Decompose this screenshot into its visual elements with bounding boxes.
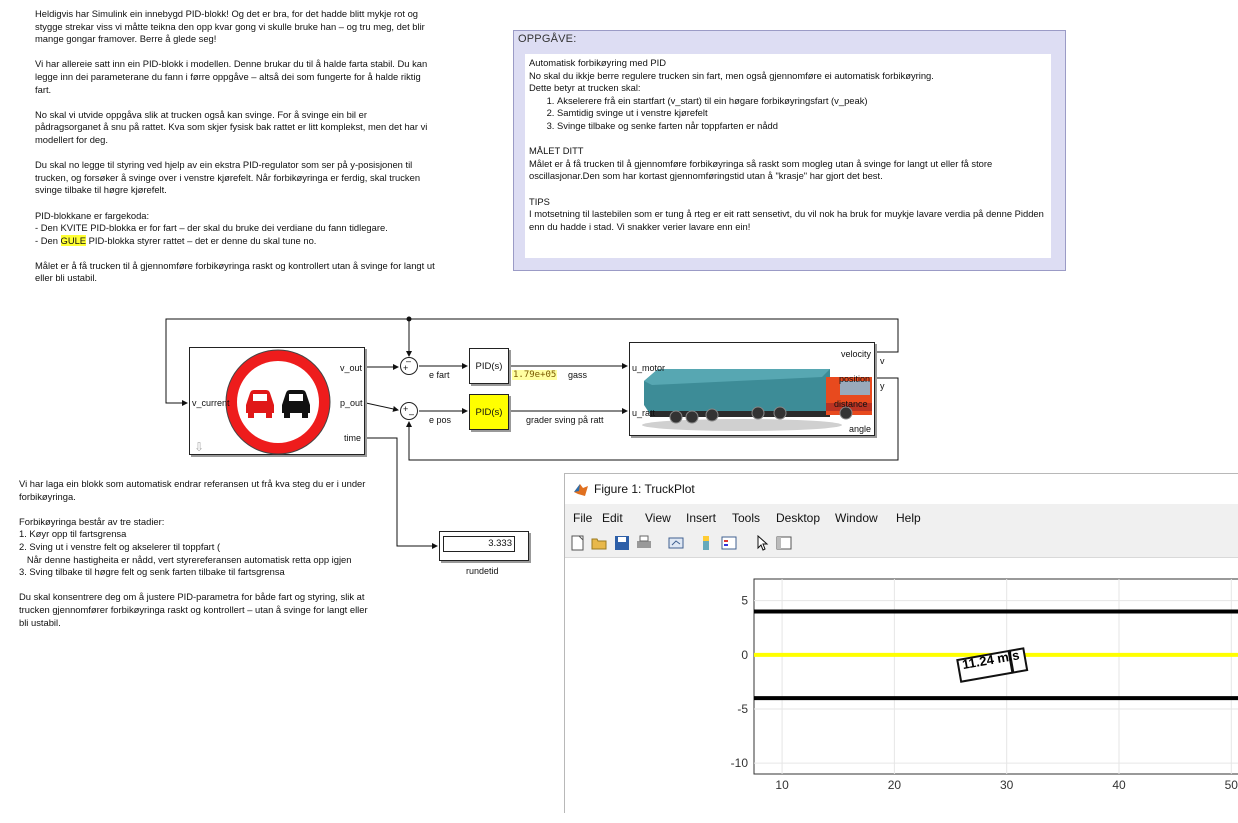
signal-label-y: y	[880, 381, 885, 391]
property-inspector-icon[interactable]	[776, 535, 792, 551]
note-line: PID-blokka styrer rattet – det er denne …	[86, 234, 317, 246]
tips-text: I motsetning til lastebilen som er tung …	[529, 208, 1044, 232]
menu-tools[interactable]: Tools	[732, 511, 760, 525]
rundetid-display-block[interactable]: 3.333	[439, 531, 529, 561]
menu-desktop[interactable]: Desktop	[776, 511, 820, 525]
figure-toolbar	[565, 531, 1238, 558]
note-paragraph: Heldigvis har Simulink ein innebygd PID-…	[35, 8, 425, 45]
list-item: Samtidig svinge ut i venstre kjørefelt	[557, 107, 1047, 120]
port-p-out: p_out	[340, 398, 363, 408]
y-tick-label: 5	[741, 594, 748, 608]
port-v-current: v_current	[192, 398, 230, 408]
menu-view[interactable]: View	[645, 511, 671, 525]
menu-edit[interactable]: Edit	[602, 511, 623, 525]
reference-block[interactable]: v_current v_out p_out time ⇩	[189, 347, 365, 455]
note-paragraph: PID-blokkane er fargekoda: - Den KVITE P…	[35, 210, 435, 248]
port-distance: distance	[834, 399, 868, 409]
note-line: Forbikøyringa består av tre stadier:	[19, 515, 165, 527]
port-v-out: v_out	[340, 363, 363, 373]
display-value: 3.333	[443, 536, 515, 552]
save-icon[interactable]	[614, 535, 630, 551]
note-line: 3. Sving tilbake til høgre felt og senk …	[19, 566, 285, 578]
task-heading: Automatisk forbikøyring med PID	[529, 57, 667, 68]
sum-label-e-pos: e pos	[429, 415, 452, 425]
task-title: OPPGÅVE:	[518, 33, 577, 45]
note-paragraph: Vi har laga ein blokk som automatisk end…	[19, 478, 366, 502]
task-means: Dette betyr at trucken skal:	[529, 82, 641, 94]
truck-model-block[interactable]: u_motor u_ratt velocity position distanc…	[629, 342, 875, 436]
list-item: Akselerere frå ein startfart (v_start) t…	[557, 95, 1047, 108]
matlab-logo-icon	[574, 484, 588, 496]
note-line: - Den	[35, 234, 61, 246]
port-u-ratt: u_ratt	[632, 408, 656, 418]
note-paragraph: Målet er å få trucken til å gjennomføre …	[35, 259, 435, 284]
arrow-down-icon: ⇩	[194, 440, 205, 454]
note-paragraph: Vi har allereie satt inn ein PID-blokk i…	[35, 58, 428, 95]
sum-block-speed[interactable]: – +	[400, 356, 418, 375]
task-intro: No skal du ikkje berre regulere trucken …	[529, 69, 934, 81]
pid-speed-block[interactable]: PID(s)	[469, 348, 509, 384]
note-paragraph: Forbikøyringa består av tre stadier: 1. …	[19, 516, 379, 579]
x-tick-label: 20	[888, 778, 902, 792]
pid-steering-block[interactable]: PID(s)	[469, 394, 509, 430]
pointer-icon[interactable]	[754, 535, 770, 551]
x-tick-label: 40	[1112, 778, 1126, 792]
port-position: position	[839, 374, 871, 384]
display-label: rundetid	[466, 566, 499, 576]
note-line: Når denne hastigheita er nådd, vert styr…	[19, 553, 352, 565]
menu-window[interactable]: Window	[835, 511, 878, 525]
new-figure-icon[interactable]	[570, 535, 586, 551]
y-tick-label: -10	[731, 756, 749, 770]
note-paragraph: Du skal no legge til styring ved hjelp a…	[35, 159, 421, 196]
port-angle: angle	[849, 424, 872, 434]
x-tick-label: 50	[1225, 778, 1238, 792]
y-tick-label: -5	[737, 702, 748, 716]
highlighted-word: GULE	[60, 234, 87, 246]
note-paragraph: Du skal konsentrere deg om å justere PID…	[19, 591, 368, 628]
note-paragraph: No skal vi utvide oppgåva slik at trucke…	[35, 108, 428, 145]
goal-text: Målet er å få trucken til å gjennomføre …	[529, 157, 993, 182]
x-tick-label: 10	[775, 778, 789, 792]
task-text-area[interactable]: Automatisk forbikøyring med PID No skal …	[525, 54, 1051, 258]
list-item: Svinge tilbake og senke farten når toppf…	[557, 120, 1047, 133]
truck-plot[interactable]: 10 20 30 40 5050-5-1011.24 m/s	[565, 558, 1238, 818]
note-line: 2. Sving ut i venstre felt og akselerer …	[19, 540, 221, 552]
gass-value-display: 1.79e+05	[512, 370, 558, 380]
tips-heading: TIPS	[529, 195, 550, 207]
menu-help[interactable]: Help	[896, 511, 921, 525]
stage-notes: Vi har laga ein blokk som automatisk end…	[19, 478, 379, 642]
y-tick-label: 0	[741, 648, 748, 662]
note-line: 1. Køyr opp til fartsgrensa	[19, 528, 127, 540]
figure-title: Figure 1: TruckPlot	[594, 482, 695, 496]
print-icon[interactable]	[636, 535, 652, 551]
figure-titlebar[interactable]: Figure 1: TruckPlot	[565, 474, 1238, 504]
port-velocity: velocity	[841, 349, 872, 359]
note-line: PID-blokkane er fargekoda:	[35, 209, 150, 221]
note-line: - Den KVITE PID-blokka er for fart – der…	[35, 222, 388, 234]
figure-window[interactable]: Figure 1: TruckPlot File Edit View Inser…	[564, 473, 1238, 818]
task-box: OPPGÅVE: Automatisk forbikøyring med PID…	[513, 30, 1066, 271]
legend-icon[interactable]	[721, 535, 737, 551]
sum-block-position[interactable]: + –	[400, 402, 418, 420]
x-tick-label: 30	[1000, 778, 1014, 792]
gass-label: gass	[568, 370, 588, 380]
signal-label-v: v	[880, 356, 885, 366]
port-time: time	[344, 433, 362, 443]
menu-file[interactable]: File	[573, 511, 592, 525]
no-overtaking-sign-icon	[225, 349, 331, 455]
open-file-icon[interactable]	[591, 535, 607, 551]
colorbar-icon[interactable]	[698, 535, 714, 551]
sum-label-e-fart: e fart	[429, 370, 450, 380]
port-u-motor: u_motor	[632, 363, 666, 373]
intro-notes: Heldigvis har Simulink ein innebygd PID-…	[35, 8, 435, 298]
figure-menubar: File Edit View Insert Tools Desktop Wind…	[565, 504, 929, 531]
menu-insert[interactable]: Insert	[686, 511, 716, 525]
plot-canvas[interactable]: 10 20 30 40 50 5 0 -5 -10 11.24 m/s	[565, 558, 1238, 818]
link-plot-icon[interactable]	[668, 535, 684, 551]
steering-label: grader sving på ratt	[526, 415, 604, 425]
truck-picture-icon	[642, 369, 872, 431]
task-steps-list: Akselerere frå ein startfart (v_start) t…	[529, 95, 1047, 133]
goal-heading: MÅLET DITT	[529, 145, 584, 157]
